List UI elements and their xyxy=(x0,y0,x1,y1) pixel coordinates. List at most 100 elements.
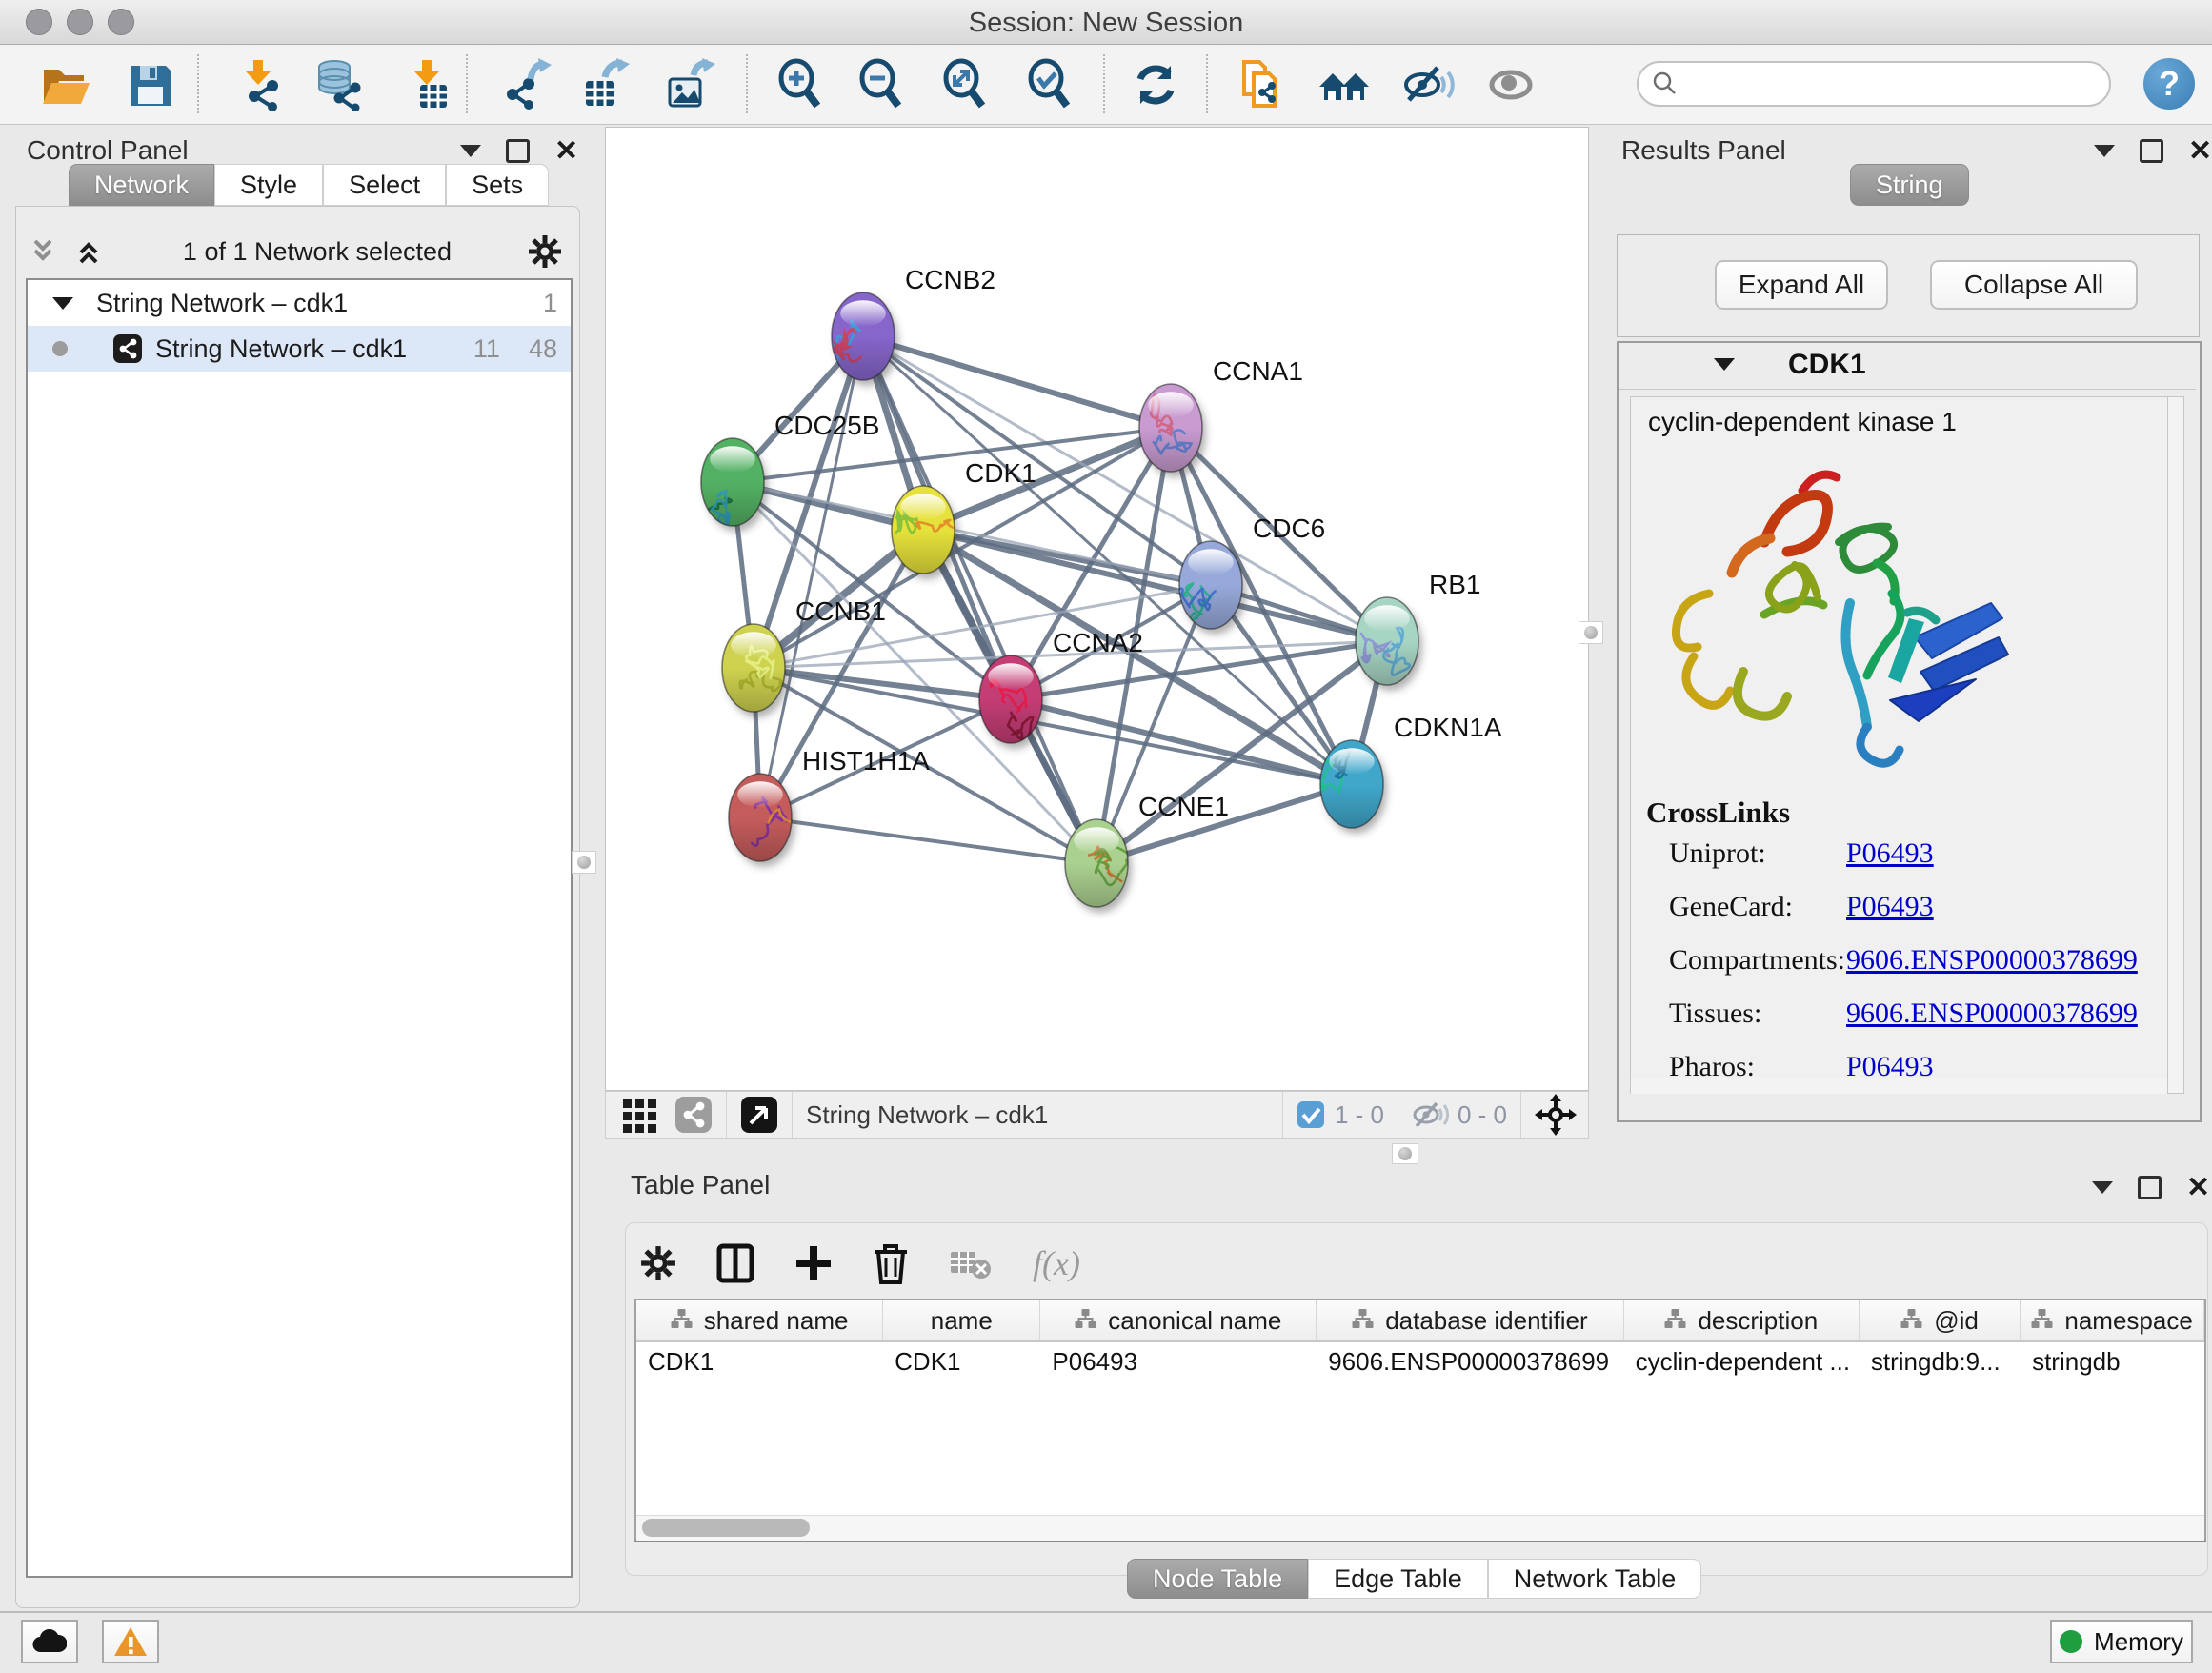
hide-selected-icon[interactable] xyxy=(1399,56,1457,113)
tab-select[interactable]: Select xyxy=(323,164,446,206)
network-node-RB1[interactable]: RB1 xyxy=(1356,570,1480,685)
save-session-icon[interactable] xyxy=(122,56,179,113)
table-cell[interactable]: CDK1 xyxy=(636,1342,883,1382)
results-panel-menu-icon[interactable] xyxy=(2094,145,2115,157)
home-view-icon[interactable] xyxy=(1316,56,1373,113)
results-panel-close-icon[interactable]: ✕ xyxy=(2188,142,2212,161)
tab-network-table[interactable]: Network Table xyxy=(1488,1559,1702,1599)
crosslink-value-link[interactable]: 9606.ENSP00000378699 xyxy=(1846,998,2138,1030)
control-panel-menu-icon[interactable] xyxy=(460,145,481,157)
table-panel-close-icon[interactable]: ✕ xyxy=(2186,1179,2210,1198)
duplicate-network-icon[interactable] xyxy=(1231,56,1288,113)
control-panel-close-icon[interactable]: ✕ xyxy=(554,142,578,161)
column-header-canonical-name[interactable]: canonical name xyxy=(1040,1300,1317,1340)
tab-node-table[interactable]: Node Table xyxy=(1127,1559,1308,1599)
results-horizontal-scrollbar[interactable] xyxy=(1631,1078,2167,1094)
collapse-all-button[interactable]: Collapse All xyxy=(1930,260,2138,310)
network-style-share-icon[interactable] xyxy=(674,1096,713,1134)
export-image-icon[interactable] xyxy=(663,56,720,113)
crosslink-value-link[interactable]: P06493 xyxy=(1846,891,1934,923)
column-label: @id xyxy=(1934,1306,1979,1336)
column-header-shared-name[interactable]: shared name xyxy=(636,1300,883,1340)
network-node-CDKN1A[interactable]: CDKN1A xyxy=(1301,713,1502,828)
network-row-selected[interactable]: String Network – cdk1 11 48 xyxy=(28,326,571,372)
zoom-in-icon[interactable] xyxy=(772,56,829,113)
results-buttons-box: Expand All Collapse All xyxy=(1617,234,2200,337)
export-table-icon[interactable] xyxy=(578,56,635,113)
hidden-node-edge-counts: 0 - 0 xyxy=(1458,1100,1507,1130)
table-horizontal-scrollbar-track[interactable] xyxy=(636,1515,2204,1541)
gene-header-row[interactable]: CDK1 xyxy=(1619,343,2196,390)
crosslink-value-link[interactable]: 9606.ENSP00000378699 xyxy=(1846,944,2138,977)
tree-expand-icon[interactable] xyxy=(52,297,73,310)
network-options-gear-icon[interactable] xyxy=(528,234,562,269)
import-network-file-icon[interactable] xyxy=(229,56,286,113)
warnings-button[interactable] xyxy=(102,1620,159,1663)
expand-all-tree-icon[interactable] xyxy=(74,237,107,266)
tab-edge-table[interactable]: Edge Table xyxy=(1308,1559,1488,1599)
show-columns-icon[interactable] xyxy=(716,1243,754,1283)
expand-all-button[interactable]: Expand All xyxy=(1715,260,1888,310)
import-network-database-icon[interactable] xyxy=(310,56,367,113)
network-collection-label: String Network – cdk1 xyxy=(96,289,348,318)
left-splitter-handle[interactable] xyxy=(572,851,596,874)
table-horizontal-scrollbar-thumb[interactable] xyxy=(642,1519,810,1537)
crosslinks-heading: CrossLinks xyxy=(1646,796,1790,830)
open-session-icon[interactable] xyxy=(36,56,93,113)
cloud-status-button[interactable] xyxy=(21,1620,78,1663)
column-header-name[interactable]: name xyxy=(883,1300,1040,1340)
search-input[interactable] xyxy=(1679,69,2082,100)
window-title: Session: New Session xyxy=(0,8,2212,39)
selected-checkbox-icon[interactable] xyxy=(1297,1100,1325,1129)
delete-column-icon[interactable] xyxy=(873,1242,909,1284)
tab-string[interactable]: String xyxy=(1850,164,1969,206)
memory-button[interactable]: Memory xyxy=(2050,1620,2193,1663)
network-node-CCNA1[interactable]: CCNA1 xyxy=(1139,356,1303,472)
table-panel-title: Table Panel xyxy=(631,1170,770,1200)
table-cell[interactable]: CDK1 xyxy=(883,1342,1040,1382)
node-label-CCNB1: CCNB1 xyxy=(795,596,886,626)
column-header-database-identifier[interactable]: database identifier xyxy=(1317,1300,1623,1340)
column-header-description[interactable]: description xyxy=(1624,1300,1860,1340)
control-panel-float-icon[interactable] xyxy=(506,139,530,163)
node-label-CCNE1: CCNE1 xyxy=(1138,792,1229,821)
table-cell[interactable]: P06493 xyxy=(1040,1342,1317,1382)
crosslink-value-link[interactable]: P06493 xyxy=(1846,837,1934,870)
export-network-icon[interactable] xyxy=(496,56,553,113)
tab-sets[interactable]: Sets xyxy=(446,164,549,206)
table-cell[interactable]: stringdb xyxy=(2021,1342,2204,1382)
collapse-all-tree-icon[interactable] xyxy=(29,237,61,266)
gene-description: cyclin-dependent kinase 1 xyxy=(1648,407,1957,437)
network-canvas[interactable]: CCNB2CCNA1CDC25BCDK1CDC6RB1CCNB1CCNA2CDK… xyxy=(605,127,1589,1091)
zoom-selected-icon[interactable] xyxy=(1021,56,1078,113)
refresh-icon[interactable] xyxy=(1127,56,1184,113)
table-cell[interactable]: 9606.ENSP00000378699 xyxy=(1317,1342,1623,1382)
table-row[interactable]: CDK1CDK1P064939606.ENSP00000378699cyclin… xyxy=(636,1342,2204,1382)
zoom-out-icon[interactable] xyxy=(853,56,910,113)
zoom-fit-icon[interactable] xyxy=(936,56,994,113)
node-label-CDK1: CDK1 xyxy=(965,458,1036,488)
help-icon[interactable]: ? xyxy=(2143,58,2195,110)
table-options-gear-icon[interactable] xyxy=(640,1245,676,1281)
gene-detail-box: cyclin-dependent kinase 1 xyxy=(1630,396,2184,1094)
tab-style[interactable]: Style xyxy=(214,164,323,206)
grid-layout-icon[interactable] xyxy=(621,1096,659,1134)
results-panel-float-icon[interactable] xyxy=(2140,139,2163,163)
show-all-icon[interactable] xyxy=(1482,56,1539,113)
network-collection-row[interactable]: String Network – cdk1 1 xyxy=(28,280,571,326)
column-header-namespace[interactable]: namespace xyxy=(2021,1300,2204,1340)
crosslink-row: Uniprot:P06493 xyxy=(1669,837,2164,870)
tab-network[interactable]: Network xyxy=(69,164,214,206)
table-cell[interactable]: cyclin-dependent ... xyxy=(1624,1342,1860,1382)
gene-collapse-icon[interactable] xyxy=(1714,358,1735,371)
fit-selected-crosshair-icon[interactable] xyxy=(1535,1094,1577,1136)
birds-eye-view-icon[interactable] xyxy=(740,1096,778,1134)
results-vertical-scrollbar[interactable] xyxy=(2167,397,2183,1093)
bottom-splitter-handle[interactable] xyxy=(1392,1143,1418,1164)
table-panel-menu-icon[interactable] xyxy=(2092,1181,2113,1194)
table-cell[interactable]: stringdb:9... xyxy=(1860,1342,2021,1382)
column-header-@id[interactable]: @id xyxy=(1860,1300,2021,1340)
table-panel-float-icon[interactable] xyxy=(2138,1176,2162,1199)
import-table-icon[interactable] xyxy=(397,56,454,113)
add-column-icon[interactable] xyxy=(794,1244,833,1282)
